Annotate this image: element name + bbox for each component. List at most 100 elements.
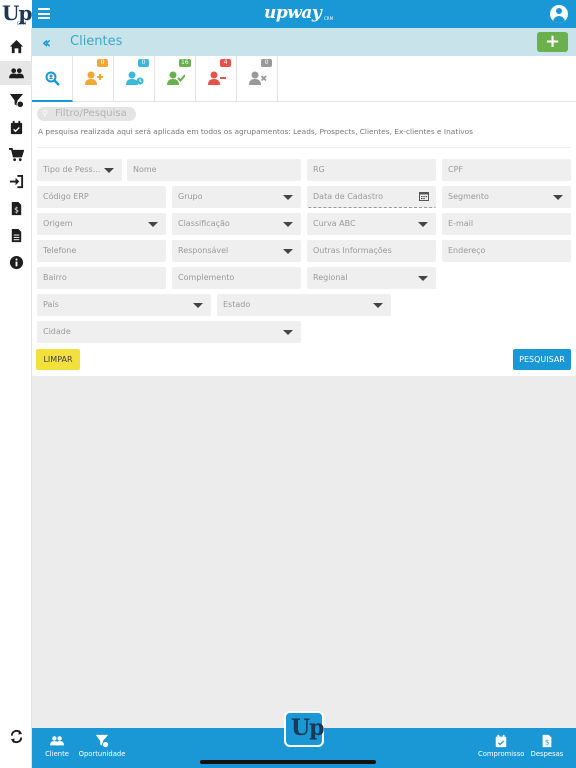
filter-pill-label: Filtro/Pesquisa — [55, 108, 127, 119]
chevron-down-icon — [553, 195, 563, 200]
home-indicator[interactable] — [200, 760, 376, 764]
codigo-erp-placeholder: Código ERP — [43, 192, 89, 201]
tab-inativos[interactable]: 0 — [237, 56, 278, 102]
funnel-dollar-icon — [9, 93, 24, 108]
tab-ex-clientes[interactable]: 4 — [196, 56, 237, 102]
menu-icon[interactable] — [38, 8, 50, 19]
invoice-dollar-icon: $ — [11, 201, 21, 215]
sidebar-item-documentos[interactable] — [0, 223, 32, 247]
telefone-placeholder: Telefone — [43, 246, 77, 255]
data-cadastro-placeholder: Data de Cadastro — [313, 192, 383, 201]
page-title: Clientes — [70, 34, 123, 49]
pais-select[interactable]: País — [37, 294, 211, 316]
estado-label: Estado — [223, 300, 251, 309]
cpf-input[interactable]: CPF — [442, 159, 571, 181]
outras-informacoes-input[interactable]: Outras Informações — [307, 240, 436, 262]
svg-text:$: $ — [545, 739, 549, 747]
user-clock-icon — [126, 71, 144, 85]
invoice-dollar-icon: $ — [542, 734, 552, 748]
chevron-down-icon — [193, 303, 203, 308]
sidebar-item-vendas[interactable] — [0, 142, 32, 166]
calendar-check-icon — [10, 120, 22, 134]
prospects-count-badge: 0 — [138, 59, 149, 67]
segmento-select[interactable]: Segmento — [442, 186, 571, 208]
svg-text:$: $ — [14, 205, 19, 214]
user-avatar-icon[interactable] — [550, 5, 568, 23]
clientes-count-badge: 16 — [179, 59, 191, 67]
telefone-input[interactable]: Telefone — [37, 240, 166, 262]
sidebar-item-home[interactable] — [0, 34, 32, 58]
chevron-down-icon — [283, 195, 293, 200]
sidebar-item-sync[interactable] — [0, 724, 32, 748]
bottom-nav-despesas[interactable]: $ Despesas — [530, 734, 564, 758]
chevron-down-icon — [283, 249, 293, 254]
chevron-down-icon — [283, 330, 293, 335]
bottom-nav-oportunidade-label: Oportunidade — [78, 750, 126, 758]
tab-clientes[interactable]: 16 — [155, 56, 196, 102]
email-input[interactable]: E-mail — [442, 213, 571, 235]
estado-select[interactable]: Estado — [217, 294, 391, 316]
regional-label: Regional — [313, 273, 348, 282]
brand-logo: upway — [264, 3, 322, 23]
bairro-placeholder: Bairro — [43, 273, 67, 282]
tab-leads[interactable]: 0 — [73, 56, 114, 102]
funnel-dollar-icon — [95, 734, 109, 748]
user-check-icon — [167, 71, 185, 85]
info-icon — [9, 255, 23, 269]
complemento-input[interactable]: Complemento — [172, 267, 301, 289]
chevron-down-icon — [104, 168, 114, 173]
data-cadastro-input[interactable]: Data de Cadastro — [307, 186, 436, 208]
clear-button[interactable]: LIMPAR — [36, 349, 80, 370]
bottom-nav-despesas-label: Despesas — [530, 750, 564, 758]
add-client-button[interactable]: + — [537, 32, 568, 52]
bottom-nav-oportunidade[interactable]: Oportunidade — [76, 734, 128, 758]
responsavel-select[interactable]: Responsável — [172, 240, 301, 262]
regional-select[interactable]: Regional — [307, 267, 436, 289]
codigo-erp-input[interactable]: Código ERP — [37, 186, 166, 208]
sidebar-item-funil[interactable] — [0, 88, 32, 112]
double-chevron-left-icon[interactable]: ‹‹ — [42, 33, 51, 52]
sidebar-item-checkin[interactable] — [0, 169, 32, 193]
center-home-logo[interactable]: Up — [284, 711, 325, 747]
curva-abc-label: Curva ABC — [313, 219, 356, 228]
calendar-icon — [419, 192, 429, 201]
filter-search-pill: ⚲ Filtro/Pesquisa — [37, 107, 136, 121]
leads-count-badge: 0 — [97, 59, 108, 67]
sidebar-item-financeiro[interactable]: $ — [0, 196, 32, 220]
tab-search[interactable] — [32, 56, 73, 102]
bottom-nav-cliente[interactable]: Cliente — [44, 734, 70, 758]
cart-icon — [8, 147, 24, 161]
search-button[interactable]: PESQUISAR — [513, 349, 571, 370]
endereco-placeholder: Endereço — [448, 246, 486, 255]
origem-select[interactable]: Origem — [37, 213, 166, 235]
email-placeholder: E-mail — [448, 219, 474, 228]
pais-label: País — [43, 300, 59, 309]
document-icon — [11, 228, 21, 242]
nome-input[interactable]: Nome — [127, 159, 301, 181]
classificacao-select[interactable]: Classificação — [172, 213, 301, 235]
bottom-nav-compromisso[interactable]: Compromisso — [478, 734, 524, 758]
chevron-down-icon — [418, 222, 428, 227]
tipo-pessoa-select[interactable]: Tipo de Pess... — [37, 159, 122, 181]
bairro-input[interactable]: Bairro — [37, 267, 166, 289]
grupo-label: Grupo — [178, 192, 203, 201]
divider — [37, 147, 571, 148]
app-logo-suffix: CRM — [17, 21, 27, 26]
chevron-down-icon — [418, 276, 428, 281]
grupo-select[interactable]: Grupo — [172, 186, 301, 208]
curva-abc-select[interactable]: Curva ABC — [307, 213, 436, 235]
chevron-down-icon — [283, 222, 293, 227]
sidebar-item-agenda[interactable] — [0, 115, 32, 139]
origem-label: Origem — [43, 219, 73, 228]
ex-clientes-count-badge: 4 — [220, 59, 231, 67]
cidade-select[interactable]: Cidade — [37, 321, 301, 343]
rg-input[interactable]: RG — [307, 159, 436, 181]
classificacao-label: Classificação — [178, 219, 230, 228]
endereco-input[interactable]: Endereço — [442, 240, 571, 262]
sidebar-item-clientes[interactable] — [0, 61, 32, 85]
outras-informacoes-placeholder: Outras Informações — [313, 246, 392, 255]
group-tabs: 0 0 16 4 0 — [32, 56, 576, 102]
tab-prospects[interactable]: 0 — [114, 56, 155, 102]
search-icon: ⚲ — [42, 109, 48, 118]
sidebar-item-info[interactable] — [0, 250, 32, 274]
